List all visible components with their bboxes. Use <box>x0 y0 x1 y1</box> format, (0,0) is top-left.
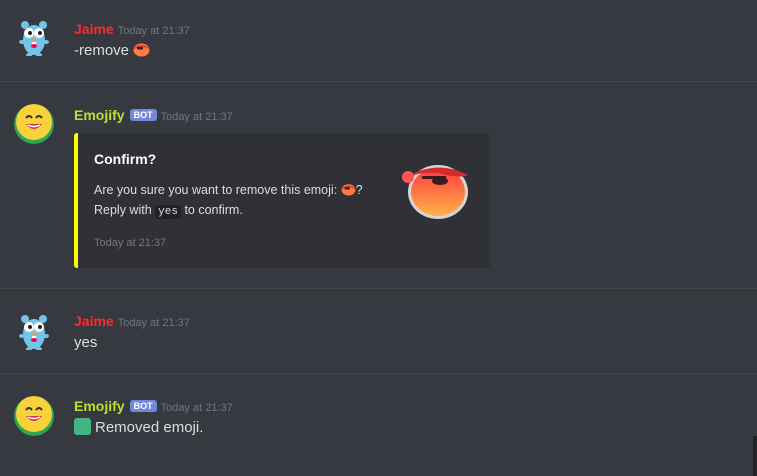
pirate-emoji-icon[interactable] <box>133 42 150 57</box>
username[interactable]: Jaime <box>74 21 114 37</box>
embed-footer-timestamp: Today at 21:37 <box>94 237 167 249</box>
timestamp: Today at 21:37 <box>117 25 190 37</box>
message-header: Emojify BOT Today at 21:37 <box>74 398 233 416</box>
username[interactable]: Emojify <box>74 107 125 123</box>
message-text: -remove <box>74 42 130 59</box>
inline-code: yes <box>155 205 181 219</box>
message-divider <box>0 373 757 374</box>
confirm-embed: Confirm? Are you sure you want to remove… <box>74 133 490 268</box>
timestamp: Today at 21:37 <box>117 317 190 329</box>
message-header: Jaime Today at 21:37 <box>74 313 190 331</box>
message-content: -remove <box>74 42 150 59</box>
embed-desc-line2-start: Reply with <box>94 203 152 217</box>
check-square-icon <box>74 418 91 435</box>
scroll-corner <box>753 436 757 476</box>
bot-badge: BOT <box>129 109 157 121</box>
message-header: Emojify BOT Today at 21:37 <box>74 107 233 125</box>
embed-description: Are you sure you want to remove this emo… <box>94 180 363 222</box>
message-content: Removed emoji. <box>74 418 203 436</box>
smiley-avatar-icon[interactable] <box>14 396 54 436</box>
embed-desc-line2-end: to confirm. <box>184 203 243 217</box>
message-text: Removed emoji. <box>95 419 204 436</box>
gopher-avatar-icon[interactable] <box>14 16 54 56</box>
pirate-emoji-icon <box>341 182 356 196</box>
bot-badge: BOT <box>129 400 157 412</box>
message-text: yes <box>74 334 98 351</box>
message-divider <box>0 288 757 289</box>
username[interactable]: Jaime <box>74 313 114 329</box>
username[interactable]: Emojify <box>74 398 125 414</box>
embed-title: Confirm? <box>94 151 157 167</box>
gopher-avatar-icon[interactable] <box>14 310 54 350</box>
timestamp: Today at 21:37 <box>160 111 233 123</box>
message-divider <box>0 81 757 82</box>
message-header: Jaime Today at 21:37 <box>74 21 190 39</box>
message-content: yes <box>74 334 97 351</box>
smiley-avatar-icon[interactable] <box>14 104 54 144</box>
pirate-emoji-icon[interactable] <box>400 157 472 221</box>
embed-desc-line1: Are you sure you want to remove this emo… <box>94 183 338 197</box>
embed-desc-qmark: ? <box>355 183 363 197</box>
timestamp: Today at 21:37 <box>160 402 233 414</box>
